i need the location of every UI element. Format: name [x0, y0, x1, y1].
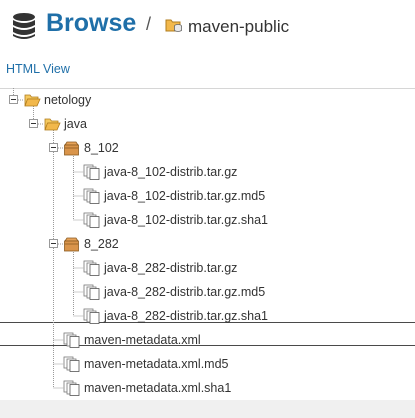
tree-node-label: java-8_102-distrib.tar.gz.sha1: [104, 213, 268, 227]
tree-node-label: java-8_282-distrib.tar.gz: [104, 261, 238, 275]
collapse-icon[interactable]: [49, 143, 58, 152]
footer-bar: [0, 400, 415, 418]
tree-node-java[interactable]: java: [0, 112, 415, 136]
tree-node-label: java-8_102-distrib.tar.gz.md5: [104, 189, 266, 203]
tree-node-file[interactable]: maven-metadata.xml.md5: [0, 352, 415, 376]
breadcrumb-repository[interactable]: maven-public: [188, 17, 289, 37]
tree-node-file[interactable]: maven-metadata.xml: [0, 328, 415, 352]
file-stack-icon: [83, 260, 100, 276]
file-stack-icon: [63, 332, 80, 348]
package-icon: [64, 141, 79, 156]
tree-node-label: maven-metadata.xml.sha1: [84, 381, 232, 395]
package-icon: [64, 237, 79, 252]
tree-node-label: maven-metadata.xml.md5: [84, 357, 229, 371]
collapse-icon[interactable]: [9, 95, 18, 104]
repository-icon: [165, 19, 182, 32]
tree-node-file[interactable]: maven-metadata.xml.sha1: [0, 376, 415, 400]
file-stack-icon: [83, 188, 100, 204]
file-stack-icon: [83, 284, 100, 300]
tree-node-label: java-8_282-distrib.tar.gz.md5: [104, 285, 266, 299]
tree-node-file[interactable]: java-8_102-distrib.tar.gz.md5: [0, 184, 415, 208]
tree-node-file[interactable]: java-8_282-distrib.tar.gz.md5: [0, 280, 415, 304]
tree-node-file[interactable]: java-8_282-distrib.tar.gz: [0, 256, 415, 280]
folder-open-icon: [44, 118, 61, 131]
tree-node-file[interactable]: java-8_102-distrib.tar.gz: [0, 160, 415, 184]
tree-node-label: 8_282: [84, 237, 119, 251]
breadcrumb-separator: /: [146, 14, 152, 34]
tree-node-file[interactable]: java-8_102-distrib.tar.gz.sha1: [0, 208, 415, 232]
database-icon: [13, 13, 35, 39]
collapse-icon[interactable]: [49, 239, 58, 248]
file-stack-icon: [83, 164, 100, 180]
file-stack-icon: [83, 212, 100, 228]
tree-node-label: java: [64, 117, 87, 131]
folder-open-icon: [24, 94, 41, 107]
tree-node-netology[interactable]: netology: [0, 88, 415, 112]
tree-node-8-102[interactable]: 8_102: [0, 136, 415, 160]
html-view-link[interactable]: HTML View: [6, 62, 70, 76]
file-stack-icon: [63, 380, 80, 396]
tree-node-8-282[interactable]: 8_282: [0, 232, 415, 256]
collapse-icon[interactable]: [29, 119, 38, 128]
tree-node-label: netology: [44, 93, 92, 107]
tree-node-file[interactable]: java-8_282-distrib.tar.gz.sha1: [0, 304, 415, 328]
tree-node-label: java-8_102-distrib.tar.gz: [104, 165, 238, 179]
tree-node-label: maven-metadata.xml: [84, 333, 201, 347]
page-header: Browse / maven-public: [0, 0, 415, 52]
file-stack-icon: [63, 356, 80, 372]
tree-node-label: 8_102: [84, 141, 119, 155]
tree-node-label: java-8_282-distrib.tar.gz.sha1: [104, 309, 268, 323]
file-stack-icon: [83, 308, 100, 324]
page-title: Browse: [46, 9, 137, 37]
